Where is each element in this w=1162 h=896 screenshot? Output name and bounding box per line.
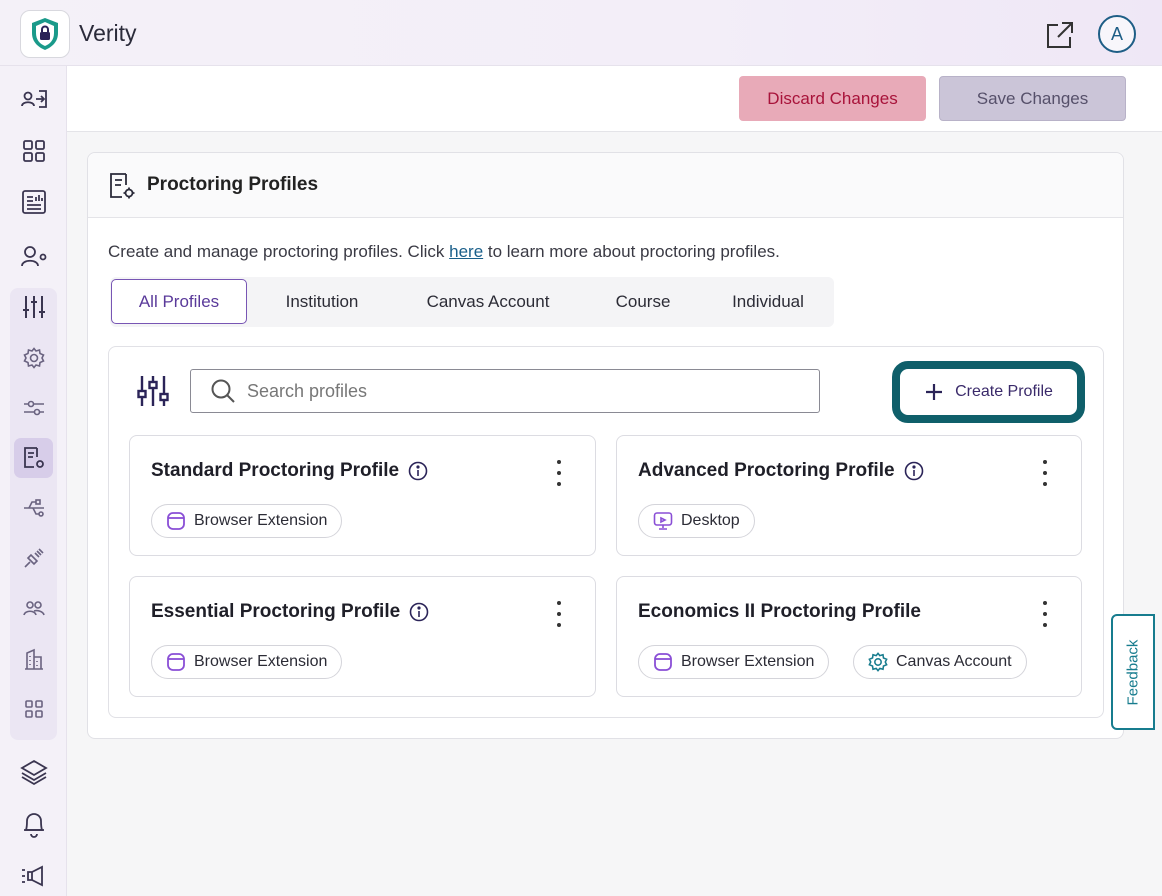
tag-label: Browser Extension xyxy=(194,653,328,670)
sidebar-item-notifications[interactable] xyxy=(17,807,51,841)
sidebar-item-users[interactable] xyxy=(17,591,51,625)
create-profile-label: Create Profile xyxy=(955,383,1053,400)
tag-label: Canvas Account xyxy=(896,653,1012,670)
profile-card-title: Economics II Proctoring Profile xyxy=(638,601,921,623)
search-icon xyxy=(211,379,235,403)
bell-icon xyxy=(24,813,44,838)
avatar[interactable]: A xyxy=(1098,15,1136,53)
sidebar-item-general[interactable] xyxy=(17,341,51,375)
gear-icon xyxy=(868,652,888,672)
sidebar-item-login[interactable] xyxy=(17,82,51,116)
profile-card-title: Advanced Proctoring Profile xyxy=(638,460,924,482)
layers-icon xyxy=(20,759,48,786)
open-external-icon[interactable] xyxy=(1044,19,1076,51)
learn-more-link[interactable]: here xyxy=(449,242,483,261)
building-icon xyxy=(25,648,43,670)
profile-card-title: Standard Proctoring Profile xyxy=(151,460,428,482)
panel-header: Proctoring Profiles xyxy=(88,153,1123,218)
user-arrow-icon xyxy=(21,90,47,108)
sidebar-item-integrations[interactable] xyxy=(17,491,51,525)
profile-name: Standard Proctoring Profile xyxy=(151,460,400,481)
more-options-icon[interactable] xyxy=(1035,460,1055,486)
profile-tag: Browser Extension xyxy=(638,645,830,679)
sidebar-item-plugins[interactable] xyxy=(17,541,51,575)
create-profile-button[interactable]: Create Profile xyxy=(904,373,1074,411)
plus-icon xyxy=(926,384,943,400)
tab-course[interactable]: Course xyxy=(588,279,698,324)
description-text: Create and manage proctoring profiles. C… xyxy=(108,242,450,261)
profile-tag: Browser Extension xyxy=(151,504,343,538)
users-icon xyxy=(23,601,45,616)
profile-filter-tabs: All Profiles Institution Canvas Account … xyxy=(110,277,834,327)
tag-label: Desktop xyxy=(681,512,740,529)
panel-title: Proctoring Profiles xyxy=(147,174,319,195)
search-box[interactable] xyxy=(190,369,820,413)
profile-name: Advanced Proctoring Profile xyxy=(638,460,895,481)
more-options-icon[interactable] xyxy=(1035,601,1055,627)
profiles-container: Create Profile Standard Proctoring Profi… xyxy=(108,346,1104,718)
feedback-label: Feedback xyxy=(1124,639,1142,705)
sidebar-item-user-settings[interactable] xyxy=(17,239,51,273)
browser-extension-icon xyxy=(167,512,185,530)
usb-icon xyxy=(24,499,44,517)
tab-all-profiles[interactable]: All Profiles xyxy=(111,279,247,324)
profile-document-gear-icon xyxy=(24,447,44,468)
sidebar-item-reports[interactable] xyxy=(17,185,51,219)
tag-label: Browser Extension xyxy=(681,653,815,670)
proctoring-profiles-panel: Proctoring Profiles Create and manage pr… xyxy=(87,152,1124,739)
profile-name: Essential Proctoring Profile xyxy=(151,601,401,622)
save-changes-button[interactable]: Save Changes xyxy=(939,76,1126,121)
user-gear-icon xyxy=(21,246,47,267)
search-input[interactable] xyxy=(247,380,787,402)
discard-changes-button[interactable]: Discard Changes xyxy=(739,76,926,121)
sliders-icon xyxy=(23,296,45,318)
profile-card[interactable]: Advanced Proctoring Profile Desktop xyxy=(616,435,1082,556)
adjust-icon xyxy=(24,400,44,416)
description-text-end: to learn more about proctoring profiles. xyxy=(483,242,780,261)
profile-card[interactable]: Standard Proctoring Profile Browser Exte… xyxy=(129,435,596,556)
small-grid-icon xyxy=(25,700,43,718)
more-options-icon[interactable] xyxy=(549,601,569,627)
profile-tag: Browser Extension xyxy=(151,645,343,679)
filter-sliders-icon[interactable] xyxy=(136,374,170,408)
info-icon[interactable] xyxy=(409,602,429,622)
tag-label: Browser Extension xyxy=(194,512,328,529)
profile-card[interactable]: Economics II Proctoring Profile Browser … xyxy=(616,576,1082,697)
megaphone-icon xyxy=(22,865,43,887)
profile-card-title: Essential Proctoring Profile xyxy=(151,601,429,623)
sidebar-item-settings[interactable] xyxy=(17,290,51,324)
app-title: Verity xyxy=(79,20,137,46)
tab-canvas-account[interactable]: Canvas Account xyxy=(396,279,580,324)
sidebar-item-layers[interactable] xyxy=(17,755,51,789)
sidebar xyxy=(0,66,67,896)
profile-tag: Canvas Account xyxy=(853,645,1027,679)
sidebar-item-apps[interactable] xyxy=(17,692,51,726)
browser-extension-icon xyxy=(167,653,185,671)
info-icon[interactable] xyxy=(904,461,924,481)
plug-icon xyxy=(24,548,44,568)
desktop-icon xyxy=(653,512,673,530)
browser-extension-icon xyxy=(654,653,672,671)
sidebar-item-proctoring-profiles[interactable] xyxy=(17,441,51,475)
grid-icon xyxy=(23,140,45,162)
panel-description: Create and manage proctoring profiles. C… xyxy=(108,242,780,262)
info-icon[interactable] xyxy=(408,461,428,481)
profile-card[interactable]: Essential Proctoring Profile Browser Ext… xyxy=(129,576,596,697)
report-icon xyxy=(22,190,46,214)
gear-icon xyxy=(23,347,45,369)
app-logo[interactable] xyxy=(20,10,70,58)
sidebar-item-adjustments[interactable] xyxy=(17,391,51,425)
tab-institution[interactable]: Institution xyxy=(256,279,388,324)
profile-tag: Desktop xyxy=(638,504,755,538)
feedback-button[interactable]: Feedback xyxy=(1111,614,1155,730)
top-bar: Verity A xyxy=(0,0,1162,66)
shield-lock-icon xyxy=(32,18,58,50)
sidebar-item-announcements[interactable] xyxy=(17,859,51,893)
profile-document-gear-icon xyxy=(110,173,135,199)
tab-individual[interactable]: Individual xyxy=(706,279,830,324)
sidebar-item-dashboard[interactable] xyxy=(17,134,51,168)
profile-name: Economics II Proctoring Profile xyxy=(638,601,921,622)
more-options-icon[interactable] xyxy=(549,460,569,486)
sidebar-item-institution[interactable] xyxy=(17,642,51,676)
